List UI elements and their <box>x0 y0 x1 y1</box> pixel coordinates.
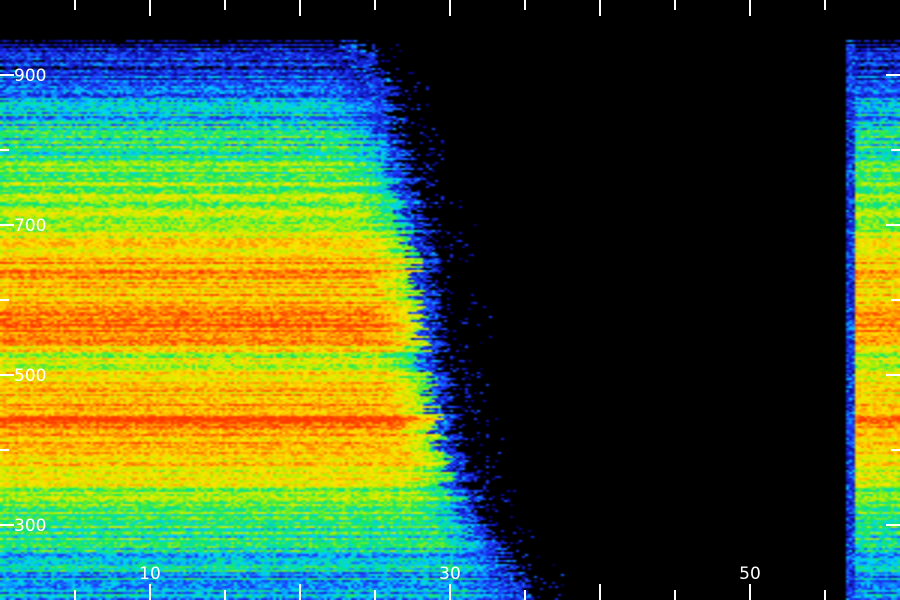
y-tick-label: 700 <box>14 216 46 236</box>
heatmap-image <box>0 0 900 600</box>
x-tick-label: 50 <box>739 564 761 584</box>
heatmap-plot: 10 30 50 300 500 700 900 <box>0 0 900 600</box>
y-tick-label: 500 <box>14 366 46 386</box>
y-tick-label: 300 <box>14 516 46 536</box>
heatmap-chart: 10 30 50 300 500 700 900 <box>0 0 900 600</box>
y-tick-label: 900 <box>14 66 46 86</box>
x-tick-label: 10 <box>139 564 161 584</box>
x-tick-label: 30 <box>439 564 461 584</box>
